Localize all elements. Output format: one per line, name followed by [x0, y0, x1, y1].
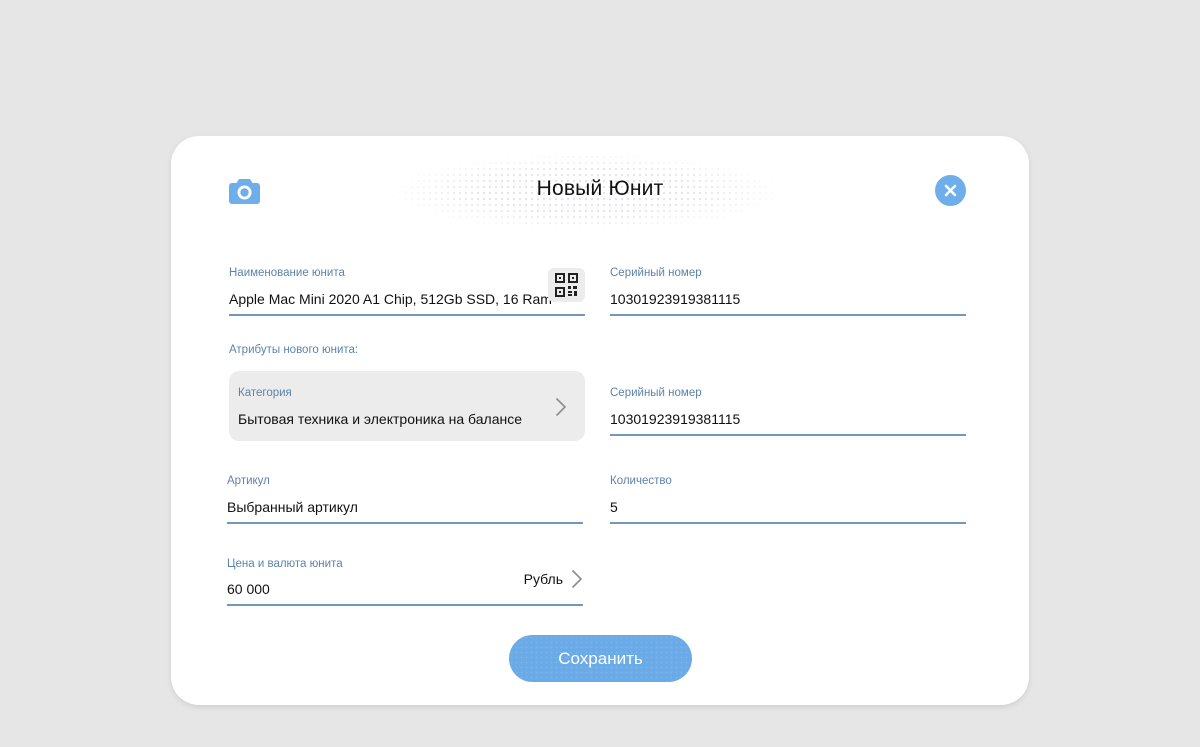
qr-code-icon	[555, 273, 578, 297]
unit-name-field[interactable]: Наименование юнита Apple Mac Mini 2020 A…	[229, 267, 585, 316]
close-button[interactable]	[935, 175, 966, 206]
dialog-title: Новый Юнит	[536, 177, 664, 200]
article-value: Выбранный артикул	[227, 499, 358, 515]
article-label: Артикул	[227, 475, 270, 487]
serial-number-field-2[interactable]: Серийный номер 10301923919381115	[610, 387, 966, 436]
quantity-label: Количество	[610, 475, 672, 487]
save-button[interactable]: Сохранить	[509, 635, 692, 682]
category-label: Категория	[238, 387, 292, 399]
price-field[interactable]: Цена и валюта юнита 60 000 Рубль	[227, 558, 583, 606]
quantity-value: 5	[610, 499, 618, 515]
attributes-section-label: Атрибуты нового юнита:	[229, 344, 359, 356]
new-unit-dialog: Новый Юнит Наименование юнита Apple Mac …	[171, 136, 1029, 705]
qr-scan-button[interactable]	[548, 268, 585, 302]
currency-selector[interactable]: Рубль	[524, 569, 583, 589]
serial-number-label: Серийный номер	[610, 267, 702, 279]
serial-number-value-2: 10301923919381115	[610, 411, 741, 427]
serial-number-field[interactable]: Серийный номер 10301923919381115	[610, 267, 966, 316]
category-value: Бытовая техника и электроника на балансе	[238, 411, 523, 427]
serial-number-underline	[610, 314, 966, 316]
unit-name-value: Apple Mac Mini 2020 A1 Chip, 512Gb SSD, …	[229, 291, 552, 307]
chevron-right-icon	[571, 569, 583, 589]
price-label: Цена и валюта юнита	[227, 558, 343, 570]
serial-number-value: 10301923919381115	[610, 291, 741, 307]
article-underline	[227, 522, 583, 524]
article-field[interactable]: Артикул Выбранный артикул	[227, 475, 583, 524]
price-value: 60 000	[227, 581, 270, 597]
unit-name-underline	[229, 314, 585, 316]
chevron-right-icon	[555, 397, 567, 417]
quantity-underline	[610, 522, 966, 524]
price-underline	[227, 604, 583, 606]
close-icon	[944, 184, 957, 197]
serial-number-underline-2	[610, 434, 966, 436]
category-selector[interactable]: Категория Бытовая техника и электроника …	[229, 371, 585, 441]
unit-name-label: Наименование юнита	[229, 267, 345, 279]
serial-number-label-2: Серийный номер	[610, 387, 702, 399]
currency-value: Рубль	[523, 571, 563, 587]
quantity-field[interactable]: Количество 5	[610, 475, 966, 524]
